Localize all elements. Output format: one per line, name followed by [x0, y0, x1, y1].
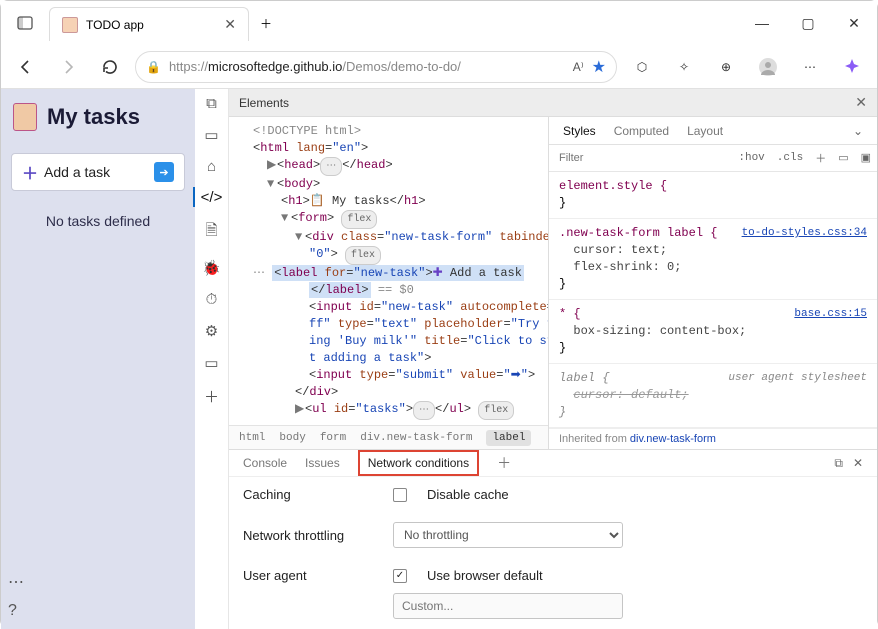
add-task-label: Add a task — [44, 164, 110, 180]
drawer-close-icon[interactable]: ✕ — [853, 456, 863, 471]
disable-cache-label: Disable cache — [427, 487, 509, 502]
favorite-star-icon[interactable]: ★ — [592, 57, 606, 77]
caching-label: Caching — [243, 487, 373, 502]
tab-computed[interactable]: Computed — [614, 124, 669, 138]
styles-more-icon[interactable]: ⌄ — [853, 124, 863, 138]
drawer-add-tab-icon[interactable]: ＋ — [497, 453, 511, 473]
drawer-tab-console[interactable]: Console — [243, 456, 287, 470]
drawer-tab-network-conditions[interactable]: Network conditions — [358, 450, 479, 476]
extensions-icon[interactable]: ⬡ — [625, 50, 659, 84]
drawer-icon[interactable]: ⧉ — [834, 456, 843, 471]
styles-icon-2[interactable]: ▣ — [855, 151, 877, 165]
submit-arrow-icon[interactable]: ➔ — [154, 162, 174, 182]
profile-icon[interactable] — [751, 50, 785, 84]
tab-layout[interactable]: Layout — [687, 124, 723, 138]
tab-close-icon[interactable]: ✕ — [224, 16, 236, 33]
devtools-sources-icon[interactable]: 🗎 — [205, 220, 217, 245]
ua-default-label: Use browser default — [427, 568, 543, 583]
devtools-panel-title: Elements — [239, 96, 289, 110]
address-bar[interactable]: 🔒 https://microsoftedge.github.io/Demos/… — [135, 51, 617, 83]
lock-icon: 🔒 — [146, 60, 161, 74]
devtools-add-panel-icon[interactable]: ＋ — [204, 386, 219, 407]
forward-button — [51, 50, 85, 84]
devtools-inspect-icon[interactable]: ⧉ — [206, 95, 217, 112]
plus-icon: ＋ — [22, 160, 38, 184]
styles-icon-1[interactable]: ▭ — [832, 151, 854, 165]
back-button[interactable] — [9, 50, 43, 84]
devtools-elements-icon[interactable]: </> — [201, 189, 223, 206]
app-logo-icon — [13, 103, 37, 131]
tab-styles[interactable]: Styles — [563, 124, 596, 138]
devtools-app-icon[interactable]: ▭ — [204, 354, 218, 372]
devtools-device-icon[interactable]: ▭ — [204, 126, 218, 144]
window-minimize-button[interactable]: — — [739, 1, 785, 45]
dom-breadcrumb[interactable]: html body form div.new-task-form label — [229, 425, 548, 449]
css-source-link[interactable]: base.css:15 — [794, 306, 867, 323]
new-rule-icon[interactable]: ＋ — [809, 150, 832, 166]
read-aloud-icon[interactable]: A⁾ — [573, 60, 584, 74]
window-close-button[interactable]: ✕ — [831, 1, 877, 45]
collections-icon[interactable]: ⊕ — [709, 50, 743, 84]
devtools-close-icon[interactable]: ✕ — [855, 94, 867, 111]
tab-title: TODO app — [86, 18, 144, 32]
styles-filter-input[interactable] — [549, 152, 732, 164]
url-text: https://microsoftedge.github.io/Demos/de… — [169, 59, 565, 74]
refresh-button[interactable] — [93, 50, 127, 84]
sidebar-help-icon[interactable]: ? — [8, 602, 24, 620]
no-tasks-text: No tasks defined — [1, 213, 195, 229]
tab-strip-dock-icon[interactable] — [1, 1, 49, 45]
page-title: My tasks — [47, 104, 140, 130]
new-tab-button[interactable]: ＋ — [249, 1, 283, 45]
window-maximize-button[interactable]: ▢ — [785, 1, 831, 45]
sidebar-more-icon[interactable]: ⋯ — [8, 572, 24, 592]
throttling-select[interactable]: No throttling — [393, 522, 623, 548]
cls-toggle[interactable]: .cls — [771, 152, 809, 164]
browser-tab[interactable]: TODO app ✕ — [49, 7, 249, 41]
devtools-bug-icon[interactable]: 🐞 — [202, 259, 221, 277]
favorites-icon[interactable]: ✧ — [667, 50, 701, 84]
hov-toggle[interactable]: :hov — [732, 152, 770, 164]
devtools-performance-icon[interactable]: ⏱ — [206, 291, 218, 308]
drawer-tab-issues[interactable]: Issues — [305, 456, 340, 470]
devtools-home-icon[interactable]: ⌂ — [207, 158, 216, 175]
throttling-label: Network throttling — [243, 528, 373, 543]
inherited-from: Inherited from div.new-task-form — [549, 428, 877, 449]
disable-cache-checkbox[interactable] — [393, 488, 407, 502]
ua-default-checkbox[interactable]: ✓ — [393, 569, 407, 583]
devtools-gear-icon[interactable]: ⚙ — [205, 322, 218, 340]
copilot-icon[interactable] — [835, 50, 869, 84]
more-menu-icon[interactable]: ⋯ — [793, 50, 827, 84]
tab-favicon — [62, 17, 78, 33]
user-agent-label: User agent — [243, 568, 373, 583]
dom-tree[interactable]: <!DOCTYPE html> <html lang="en"> ▶<head>… — [229, 117, 548, 425]
add-task-button[interactable]: ＋ Add a task ➔ — [11, 153, 185, 191]
ua-custom-input — [393, 593, 623, 619]
css-source-link[interactable]: to-do-styles.css:34 — [742, 225, 867, 242]
